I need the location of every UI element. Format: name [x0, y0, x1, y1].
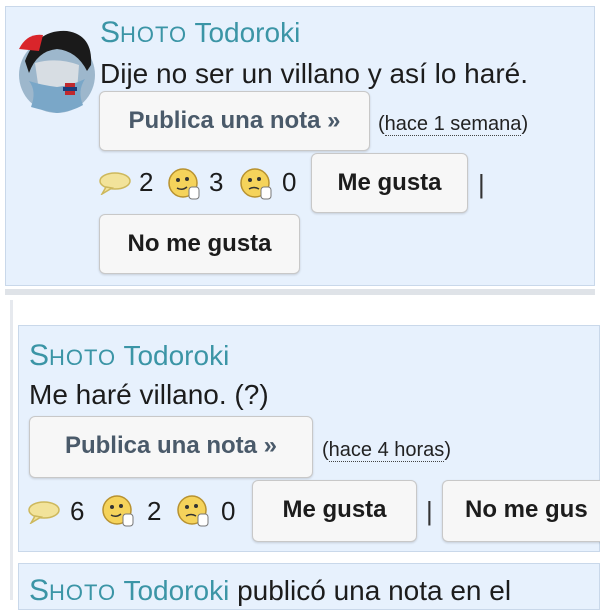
author-name[interactable]: SHOTO Todoroki — [29, 340, 229, 374]
time-link[interactable]: hace 1 semana — [384, 113, 522, 136]
dislike-count: 0 — [221, 496, 236, 526]
activity-post: SHOTO Todoroki publicó una nota en el — [18, 563, 600, 610]
publish-note-button[interactable]: Publica una nota » — [29, 416, 313, 478]
thumbs-up-emoji-icon[interactable] — [167, 167, 203, 208]
like-button[interactable]: Me gusta — [311, 153, 468, 213]
post-time: (hace 1 semana) — [378, 113, 529, 136]
dislike-button[interactable]: No me gusta — [99, 214, 300, 274]
post-message: Dije no ser un villano y así lo haré. — [100, 58, 528, 89]
separator: | — [478, 169, 485, 199]
comment-count: 6 — [70, 496, 85, 526]
like-button[interactable]: Me gusta — [252, 480, 417, 542]
thumbs-down-emoji-icon[interactable] — [176, 494, 212, 535]
like-count: 2 — [147, 496, 162, 526]
comment-count: 2 — [139, 167, 154, 197]
dislike-count: 0 — [282, 167, 297, 197]
card-divider — [5, 289, 595, 295]
post-time: (hace 4 horas) — [322, 439, 451, 462]
speech-bubble-icon[interactable] — [98, 171, 132, 200]
post-message: Me haré villano. (?) — [29, 379, 269, 410]
like-count: 3 — [209, 167, 224, 197]
publish-note-button[interactable]: Publica una nota » — [99, 91, 370, 151]
side-border — [10, 300, 13, 600]
activity-post: SHOTO Todoroki Dije no ser un villano y … — [5, 6, 595, 286]
separator: | — [426, 496, 433, 526]
speech-bubble-icon[interactable] — [27, 500, 61, 529]
activity-text: SHOTO Todoroki publicó una nota en el — [29, 574, 512, 607]
thumbs-down-emoji-icon[interactable] — [239, 167, 275, 208]
activity-post: SHOTO Todoroki Me haré villano. (?) Publ… — [18, 325, 600, 552]
avatar[interactable] — [17, 21, 97, 117]
dislike-button[interactable]: No me gus — [442, 480, 600, 542]
author-name[interactable]: SHOTO Todoroki — [100, 17, 300, 51]
author-name[interactable]: SHOTO Todoroki — [29, 574, 229, 607]
thumbs-up-emoji-icon[interactable] — [101, 494, 137, 535]
time-link[interactable]: hace 4 horas — [328, 439, 445, 462]
